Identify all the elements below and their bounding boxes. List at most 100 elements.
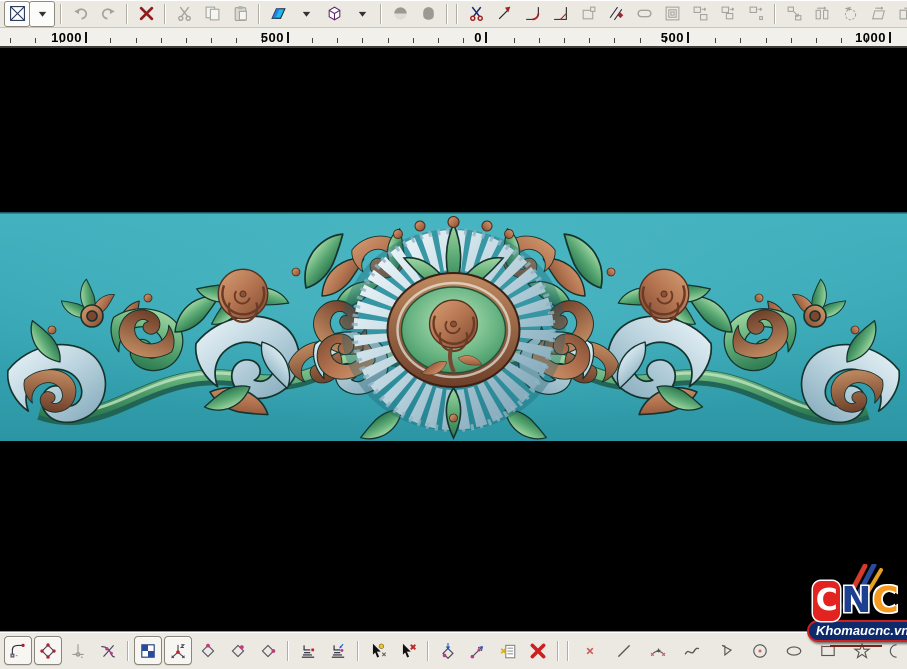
axis-snap-toggle[interactable] [164,636,192,665]
ruler-tick [136,38,137,43]
toolbar-separator [357,641,359,661]
ruler-tick [337,38,338,43]
toolbar-separator [287,641,289,661]
extend-curve-button[interactable] [491,1,517,27]
quadrant-corner-icon [229,642,247,660]
copy-point-icon [748,5,765,22]
pick-point-button[interactable] [364,636,392,665]
ruler-major-tick [687,32,689,43]
toolbar-separator [446,4,448,24]
draw-circle-button[interactable] [746,636,774,665]
move-node-button[interactable] [434,636,462,665]
mirror-button [809,1,835,27]
properties-icon [499,642,517,660]
snap-tangent-button[interactable] [94,636,122,665]
selection-mode-icon [34,5,51,22]
draw-ellipse-button[interactable] [780,636,808,665]
toolbar-separator [774,4,776,24]
slot-tool-icon [636,5,653,22]
shear-button [865,1,891,27]
ruler-label: 500 [661,30,687,45]
cut-button [171,1,197,27]
offset-corner-button [575,1,601,27]
copy-overlap-icon [720,5,737,22]
draw-point-button[interactable] [576,636,604,665]
quadrant-right-button[interactable] [254,636,282,665]
copy-overlap-button [715,1,741,27]
stretch-button [893,1,907,27]
view-cube-icon [354,5,371,22]
draw-curve-icon [683,642,701,660]
cut-icon [176,5,193,22]
quadrant-corner-button[interactable] [224,636,252,665]
view-cube-dropdown[interactable] [349,1,375,27]
toolbar-separator [456,4,458,24]
move-node-icon [439,642,457,660]
ruler-tick [715,38,716,43]
selection-mode-icon [9,5,26,22]
selection-mode-dropdown[interactable] [29,1,55,27]
trim-curve-button[interactable] [463,1,489,27]
draw-polygon-button[interactable] [712,636,740,665]
paste-icon [232,5,249,22]
slot-tool-button [631,1,657,27]
align-bottom-button[interactable] [294,636,322,665]
toolbar-separator [127,641,129,661]
fillet-round-button[interactable] [519,1,545,27]
mirror-diagonal-button[interactable] [603,1,629,27]
fillet-chamfer-button[interactable] [547,1,573,27]
watermark-letter-c1: C [813,581,840,621]
quadrant-top-icon [199,642,217,660]
grid-snap-toggle[interactable] [134,636,162,665]
draw-arc-button[interactable] [644,636,672,665]
ruler-tick [539,38,540,43]
ruler-major-tick [485,32,487,43]
ruler-tick [362,38,363,43]
snap-node-toggle[interactable] [34,636,62,665]
align-arrow-button[interactable] [324,636,352,665]
view-cube-button[interactable] [321,1,347,27]
offset-corner-icon [580,5,597,22]
delete-button[interactable] [133,1,159,27]
snap-curve-toggle[interactable] [4,636,32,665]
rotate-button [837,1,863,27]
toolbar-separator [380,4,382,24]
top-toolbar-items [3,1,907,27]
toolbar-separator [126,4,128,24]
draw-line-button[interactable] [610,636,638,665]
relief-half-dome-icon [392,5,409,22]
ruler-label: 1000 [51,30,85,45]
delete-all-button[interactable] [524,636,552,665]
draw-curve-button[interactable] [678,636,706,665]
redo-icon [100,5,117,22]
properties-button[interactable] [494,636,522,665]
draw-ellipse-icon [785,642,803,660]
measure-icon [469,642,487,660]
ruler-tick [816,38,817,43]
pick-delete-button[interactable] [394,636,422,665]
draw-arc-icon [649,642,667,660]
copy-button [199,1,225,27]
quadrant-top-button[interactable] [194,636,222,665]
ruler-tick [514,38,515,43]
ruler-tick [766,38,767,43]
surface-color-dropdown[interactable] [293,1,319,27]
viewport[interactable] [0,48,907,631]
watermark-domain: Khomaucnc.vn [816,623,907,638]
scale-icon [786,5,803,22]
toolbar-separator [567,641,569,661]
surface-color-button[interactable] [265,1,291,27]
toolbar-separator [427,641,429,661]
selection-mode-button[interactable] [4,1,30,27]
watermark-underline [830,645,882,647]
ruler-tick [388,38,389,43]
ruler-tick [161,38,162,43]
ruler-major-tick [287,32,289,43]
measure-button[interactable] [464,636,492,665]
ruler-tick [740,38,741,43]
mirror-icon [814,5,831,22]
relief-dome-button [415,1,441,27]
draw-circle-icon [751,642,769,660]
ruler-tick [841,38,842,43]
mirror-diagonal-icon [608,5,625,22]
